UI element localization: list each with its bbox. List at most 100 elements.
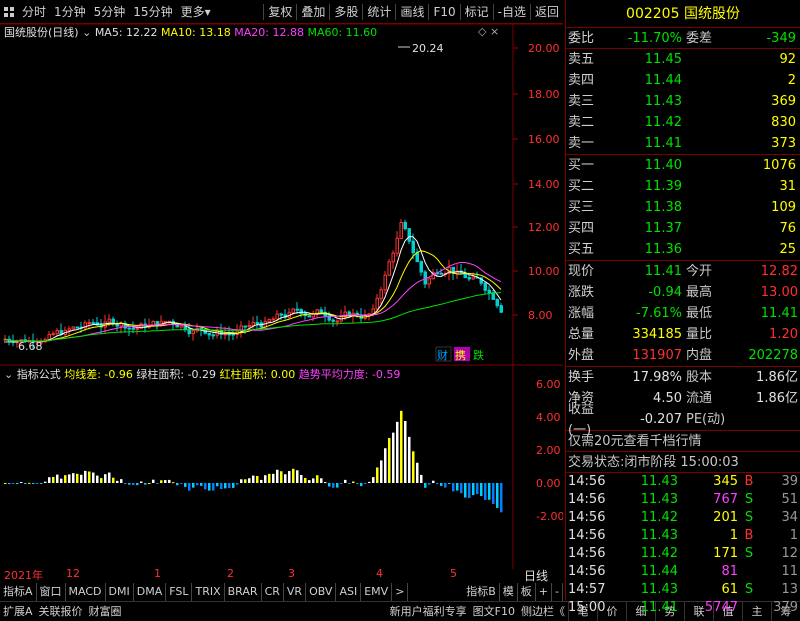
- tab-trix[interactable]: TRIX: [192, 583, 225, 601]
- bid-level-row[interactable]: 买二 11.39 31: [566, 176, 800, 197]
- candle-body: [419, 261, 423, 273]
- ask-level-row[interactable]: 卖三 11.43 369: [566, 91, 800, 112]
- stat-value: 11.41: [760, 306, 798, 321]
- f10-button[interactable]: F10: [429, 0, 459, 24]
- price-tick-label: 16.00: [528, 133, 560, 146]
- chevron-down-icon[interactable]: ⌄: [4, 368, 13, 381]
- extend-a-button[interactable]: 扩展A: [0, 602, 36, 621]
- indicator-bar: [132, 483, 135, 486]
- indicator-bar: [280, 471, 283, 483]
- draw-line-button[interactable]: 画线: [396, 0, 428, 24]
- tab-15min[interactable]: 15分钟: [129, 0, 176, 24]
- chart-area[interactable]: 20.00 18.00 16.00 14.00 12.00 10.00 8.00 6.00 4…: [0, 23, 564, 569]
- remove-watchlist-button[interactable]: -自选: [494, 0, 530, 24]
- sidebar-toggle-button[interactable]: 侧边栏《: [518, 602, 568, 621]
- fundamental-value: 1.86亿: [756, 391, 798, 406]
- close-icon[interactable]: ×: [490, 25, 499, 38]
- tab-cr[interactable]: CR: [262, 583, 284, 601]
- carry-badge[interactable]: 携: [455, 348, 466, 362]
- indicator-bar: [488, 483, 491, 500]
- restore-rights-button[interactable]: 复权: [264, 0, 296, 24]
- tab-window[interactable]: 窗口: [37, 583, 66, 601]
- tab-brar[interactable]: BRAR: [225, 583, 262, 601]
- indicator-bar: [412, 451, 415, 483]
- x-label-1: 1: [154, 567, 161, 580]
- candle-body: [179, 324, 183, 328]
- finance-badge[interactable]: 财: [437, 348, 448, 362]
- indicator-bar: [72, 473, 75, 483]
- tick-count: 34: [781, 510, 798, 525]
- tab-fsl[interactable]: FSL: [166, 583, 193, 601]
- tab-indicator-a[interactable]: 指标A: [0, 583, 37, 601]
- tab-more[interactable]: 更多▾: [177, 0, 215, 24]
- overlay-button[interactable]: 叠加: [297, 0, 329, 24]
- stat-row: 外盘 131907 内盘 202278: [566, 345, 800, 366]
- indicator-bar: [336, 483, 339, 488]
- tab-emv[interactable]: EMV: [361, 583, 393, 601]
- promo-text[interactable]: 仅需20元查看千档行情: [566, 431, 702, 452]
- drop-badge[interactable]: 跌: [473, 348, 484, 362]
- indicator-bar: [196, 483, 199, 486]
- indicator-bar: [276, 469, 279, 483]
- bid-level-row[interactable]: 买三 11.38 109: [566, 197, 800, 218]
- wealth-circle-button[interactable]: 财富圈: [86, 602, 125, 621]
- tick-direction: B: [744, 474, 754, 489]
- candle-body: [231, 333, 235, 336]
- tab-macd[interactable]: MACD: [66, 583, 106, 601]
- bid-level-row[interactable]: 买四 11.37 76: [566, 218, 800, 239]
- tab-dmi[interactable]: DMI: [106, 583, 134, 601]
- tab-dma[interactable]: DMA: [134, 583, 167, 601]
- indicator-bar: [188, 483, 191, 491]
- indicator-name[interactable]: 指标公式: [17, 368, 61, 381]
- statistics-button[interactable]: 统计: [363, 0, 395, 24]
- ask-level-row[interactable]: 卖四 11.44 2: [566, 70, 800, 91]
- ask-level-row[interactable]: 卖二 11.42 830: [566, 112, 800, 133]
- indicator-bar: [296, 470, 299, 483]
- mark-button[interactable]: 标记: [461, 0, 493, 24]
- candle-body: [499, 305, 503, 313]
- period-mode-label[interactable]: 日线: [524, 567, 548, 584]
- tab-intraday[interactable]: 分时: [18, 0, 50, 24]
- indicator-bar: [472, 483, 475, 496]
- tabs-next-arrow[interactable]: >: [392, 583, 409, 601]
- f10-graphic-button[interactable]: 图文F10: [470, 602, 518, 621]
- ask-level-row[interactable]: 卖一 11.41 373: [566, 133, 800, 154]
- kline-chart-svg[interactable]: 20.00 18.00 16.00 14.00 12.00 10.00 8.00 6.00 4…: [0, 23, 564, 569]
- zoom-in-button[interactable]: +: [536, 583, 553, 601]
- indicator-bar: [264, 475, 267, 483]
- indicator-bar: [236, 483, 239, 485]
- indicator-bar: [4, 483, 7, 484]
- stat-value: 12.82: [760, 264, 798, 279]
- candle-body: [75, 326, 79, 329]
- tab-vr[interactable]: VR: [284, 583, 307, 601]
- indicator-bar: [428, 483, 431, 485]
- indicator-bar: [172, 482, 175, 484]
- ask-level-price: 11.41: [644, 136, 682, 151]
- tab-asi[interactable]: ASI: [336, 583, 362, 601]
- indicator-bar: [396, 421, 399, 483]
- tab-template[interactable]: 模: [500, 583, 518, 601]
- tab-obv[interactable]: OBV: [306, 583, 337, 601]
- diamond-icon[interactable]: ◇: [478, 25, 486, 38]
- indicator-bar: [284, 474, 287, 483]
- chevron-down-icon[interactable]: ⌄: [82, 26, 91, 39]
- tab-5min[interactable]: 5分钟: [90, 0, 130, 24]
- indicator-axis: 6.00 4.00 2.00 0.00 -2.00: [536, 378, 564, 523]
- bid-level-row[interactable]: 买五 11.36 25: [566, 239, 800, 260]
- tab-board[interactable]: 板: [518, 583, 536, 601]
- ask-level-volume: 830: [771, 115, 796, 130]
- tab-indicator-b[interactable]: 指标B: [463, 583, 500, 601]
- bid-level-row[interactable]: 买一 11.40 1076: [566, 155, 800, 176]
- low-price-label: 6.68: [18, 340, 43, 353]
- promo-row[interactable]: 仅需20元查看千档行情: [566, 431, 800, 452]
- tab-1min[interactable]: 1分钟: [50, 0, 90, 24]
- grid-menu-icon[interactable]: [0, 0, 18, 24]
- related-quotes-button[interactable]: 关联报价: [36, 602, 86, 621]
- ask-level-row[interactable]: 卖五 11.45 92: [566, 49, 800, 70]
- new-user-promo-link[interactable]: 新用户福利专享: [387, 602, 470, 621]
- zoom-out-button[interactable]: -: [552, 583, 563, 601]
- multi-stock-button[interactable]: 多股: [330, 0, 362, 24]
- back-button[interactable]: 返回: [531, 0, 563, 24]
- fundamental-label: 股本: [686, 370, 713, 385]
- indicator-bar: [368, 481, 371, 483]
